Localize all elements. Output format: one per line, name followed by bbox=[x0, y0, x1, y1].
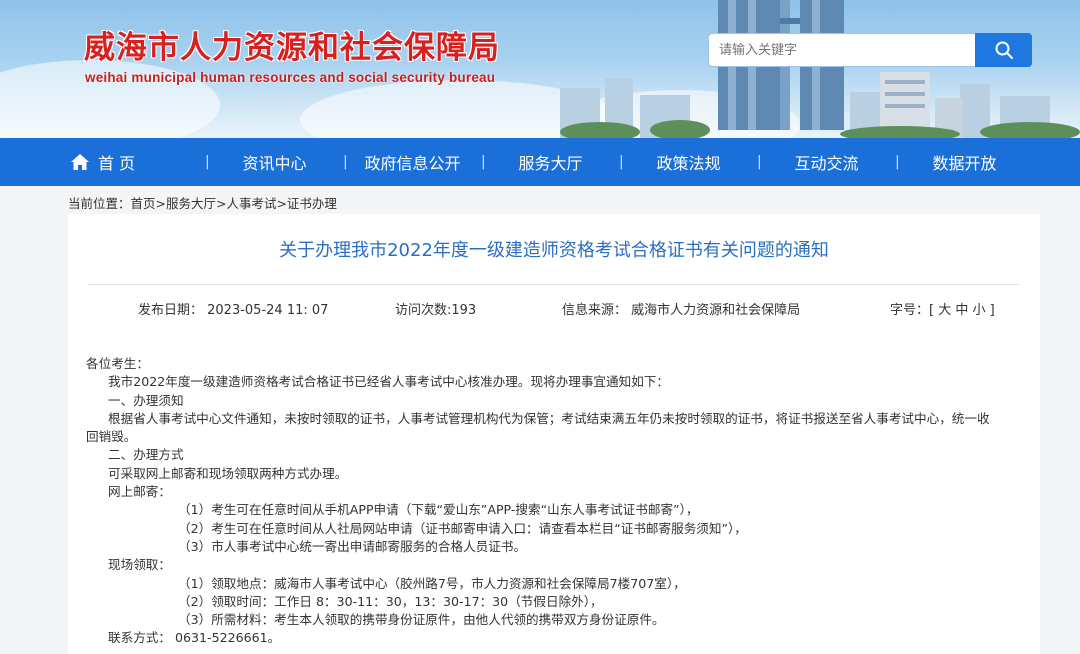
font-size-label: 字号： bbox=[890, 303, 930, 318]
body-line: （1）考生可在任意时间从手机APP申请（下载“爱山东”APP-搜索“山东人事考试… bbox=[178, 502, 699, 518]
body-line: 我市2022年度一级建造师资格考试合格证书已经省人事考试中心核准办理。现将办理事… bbox=[108, 374, 669, 390]
body-line: （3）市人事考试中心统一寄出申请邮寄服务的合格人员证书。 bbox=[178, 538, 527, 554]
article-title: 关于办理我市2022年度一级建造师资格考试合格证书有关问题的通知 bbox=[279, 240, 829, 261]
article-body: 各位考生： 我市2022年度一级建造师资格考试合格证书已经省人事考试中心核准办理… bbox=[86, 355, 1024, 648]
font-size-control: 字号：[ 大 中 小 ] bbox=[890, 299, 995, 318]
body-line: （1）领取地点：威海市人事考试中心（胶州路7号，市人力资源和社会保障局7楼707… bbox=[178, 575, 686, 591]
nav-item-news[interactable]: 资讯中心 bbox=[206, 138, 343, 186]
body-line: 二、办理方式 bbox=[108, 447, 184, 463]
nav-item-gov-info[interactable]: 政府信息公开 bbox=[344, 138, 481, 186]
nav-item-open-data[interactable]: 数据开放 bbox=[896, 138, 1033, 186]
breadcrumb: 当前位置：首页>服务大厅>人事考试>证书办理 bbox=[68, 193, 337, 212]
publish-date: 发布日期： 2023-05-24 11: 07 bbox=[138, 303, 329, 318]
breadcrumb-prefix: 当前位置： bbox=[68, 196, 131, 211]
visit-count: 访问次数:193 bbox=[395, 303, 477, 318]
nav-item-label: 首 页 bbox=[97, 154, 136, 173]
main-nav: 首 页 | 资讯中心 | 政府信息公开 | 服务大厅 | 政策法规 | 互动交流… bbox=[0, 138, 1080, 186]
nav-item-home[interactable]: 首 页 bbox=[0, 138, 205, 186]
body-line: （2）领取时间：工作日 8：30-11：30，13：30-17：30（节假日除外… bbox=[178, 593, 603, 609]
body-line: 回销毁。 bbox=[86, 429, 137, 445]
title-divider bbox=[88, 284, 1020, 285]
site-banner: 威海市人力资源和社会保障局 weihai municipal human res… bbox=[0, 0, 1080, 138]
search-icon bbox=[995, 41, 1013, 59]
body-line: （3）所需材料：考生本人领取的携带身份证原件，由他人代领的携带双方身份证原件。 bbox=[178, 612, 665, 628]
search-button[interactable] bbox=[975, 33, 1032, 67]
info-source: 信息来源： 威海市人力资源和社会保障局 bbox=[562, 303, 801, 318]
body-line: 可采取网上邮寄和现场领取两种方式办理。 bbox=[108, 465, 348, 481]
home-icon bbox=[70, 154, 89, 170]
breadcrumb-path[interactable]: 首页>服务大厅>人事考试>证书办理 bbox=[131, 196, 337, 211]
site-title: 威海市人力资源和社会保障局 bbox=[84, 30, 500, 66]
body-line: 各位考生： bbox=[86, 356, 149, 371]
body-line: 根据省人事考试中心文件通知，未按时领取的证书，人事考试管理机构代为保管；考试结束… bbox=[108, 410, 990, 426]
body-line: （2）考生可在任意时间从人社局网站申请（证书邮寄申请入口：请查看本栏目“证书邮寄… bbox=[178, 520, 747, 536]
site-subtitle: weihai municipal human resources and soc… bbox=[85, 70, 496, 85]
nav-item-policy[interactable]: 政策法规 bbox=[620, 138, 757, 186]
body-line: 联系方式： 0631-5226661。 bbox=[108, 630, 281, 646]
nav-item-interaction[interactable]: 互动交流 bbox=[758, 138, 895, 186]
body-line: 一、办理须知 bbox=[108, 392, 184, 408]
font-size-options[interactable]: [ 大 中 小 ] bbox=[929, 303, 995, 318]
body-line: 现场领取： bbox=[108, 557, 171, 573]
nav-item-service-hall[interactable]: 服务大厅 bbox=[482, 138, 619, 186]
body-line: 网上邮寄： bbox=[108, 484, 171, 500]
article-panel: 关于办理我市2022年度一级建造师资格考试合格证书有关问题的通知 发布日期： 2… bbox=[68, 214, 1040, 654]
search-input[interactable] bbox=[708, 33, 976, 67]
city-skyline-illustration bbox=[560, 0, 1080, 138]
